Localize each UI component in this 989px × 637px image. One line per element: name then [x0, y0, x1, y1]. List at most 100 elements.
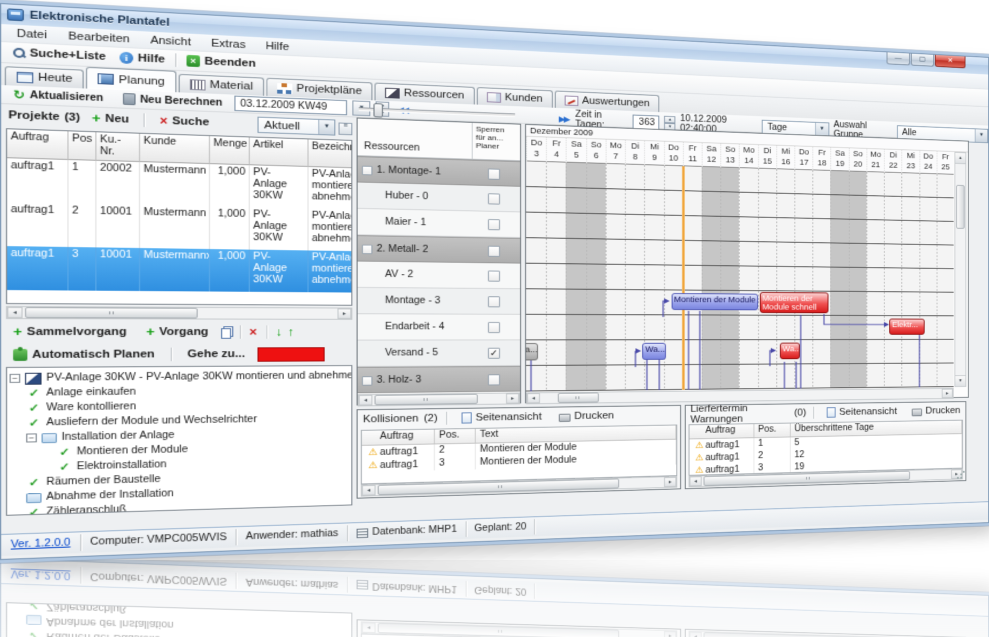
projects-hscrollbar[interactable]: ◂ ▸ [6, 306, 352, 320]
resource-row[interactable]: Endarbeit - 4 [358, 314, 520, 340]
resource-row[interactable]: 2. Metall- 2 [358, 235, 520, 263]
date-input[interactable]: 03.12.2009 KW49 [235, 96, 348, 116]
expander-icon[interactable]: − [10, 374, 21, 383]
suche-liste-button[interactable]: Suche+Liste [6, 44, 113, 65]
scroll-right-icon[interactable]: ▸ [337, 308, 351, 318]
zoom-slider[interactable] [359, 107, 515, 117]
sperren-checkbox[interactable] [488, 246, 500, 257]
column-header[interactable]: Kunde [140, 134, 210, 164]
gantt-bar[interactable]: Montieren der Module [671, 293, 757, 310]
menu-extras[interactable]: Extras [201, 35, 255, 53]
project-row[interactable]: auftrag1210001Mustermann1,000PV-Anlage 3… [7, 202, 352, 252]
resource-row[interactable]: Versand - 5✓ [358, 340, 520, 367]
column-header[interactable]: Ku.-Nr. [96, 132, 140, 162]
scroll-left-icon[interactable]: ◂ [362, 485, 376, 496]
sperren-checkbox[interactable] [488, 296, 500, 307]
gantt-bar[interactable]: Elektr... [889, 319, 924, 335]
resource-label: AV - 2 [385, 269, 413, 280]
scroll-right-icon[interactable]: ▸ [506, 393, 519, 403]
scroll-right-icon[interactable]: ▸ [664, 477, 676, 487]
gantt-bar[interactable]: Montieren der Module schnell [760, 292, 829, 313]
gantt-bar[interactable]: Wa... [642, 343, 665, 360]
column-header[interactable]: Pos [69, 131, 97, 160]
beenden-button[interactable]: × Beenden [180, 53, 263, 72]
minimize-button[interactable]: — [887, 52, 910, 65]
drucken-button[interactable]: Drucken [553, 408, 620, 423]
vorgang-button[interactable]: + Vorgang [139, 324, 215, 340]
resource-row[interactable]: Montage - 3 [358, 288, 520, 315]
resources-hscrollbar[interactable]: ◂ ▸ [358, 392, 520, 406]
sperren-checkbox[interactable] [488, 193, 500, 204]
chevron-down-icon[interactable]: ▼ [975, 129, 988, 142]
hilfe-button[interactable]: i Hilfe [113, 49, 172, 67]
menu-ansicht[interactable]: Ansicht [140, 32, 201, 51]
maximize-button[interactable]: ▢ [911, 54, 934, 67]
scroll-right-icon[interactable]: ▸ [942, 389, 953, 398]
gantt-bar[interactable]: Wa... [780, 343, 800, 360]
scrollbar-thumb[interactable] [558, 393, 599, 403]
neu-berechnen-button[interactable]: Neu Berechnen [116, 91, 229, 111]
sperren-checkbox[interactable] [488, 219, 500, 230]
column-header[interactable]: Bezeichnung [309, 139, 353, 169]
resource-row[interactable]: Maier - 1 [358, 209, 520, 238]
suche-button[interactable]: × Suche [153, 113, 216, 131]
drucken-button[interactable]: Drucken [907, 404, 966, 418]
chevron-down-icon[interactable]: ▼ [815, 122, 828, 135]
move-down-icon[interactable]: ↓ [276, 325, 283, 338]
gehe-zu-button[interactable]: Gehe zu... [181, 346, 252, 362]
aktualisieren-button[interactable]: ↻ Aktualisieren [6, 86, 110, 106]
sperren-checkbox[interactable] [488, 322, 500, 333]
resource-row[interactable]: AV - 2 [358, 262, 520, 290]
resource-label: 2. Metall- 2 [377, 244, 429, 255]
version-link[interactable]: Ver. 1.2.0.0 [11, 538, 71, 551]
gantt-vscrollbar[interactable]: ▴ ▾ [954, 152, 966, 387]
group-checkbox[interactable] [362, 245, 373, 255]
column-header[interactable]: Menge [210, 136, 250, 165]
column-header[interactable]: Auftrag [362, 430, 435, 445]
filter-combobox[interactable]: Aktuell ▼ [258, 117, 336, 136]
group-checkbox[interactable] [362, 166, 373, 176]
scroll-up-icon[interactable]: ▴ [955, 153, 965, 164]
resize-grip[interactable] [956, 471, 964, 480]
column-header[interactable]: Auftrag [690, 424, 755, 438]
sperren-checkbox[interactable] [488, 374, 500, 385]
scroll-fast-right-button[interactable]: ▶▶ [557, 114, 571, 125]
copy-icon[interactable] [221, 328, 231, 339]
gantt-bar[interactable]: a... [526, 343, 538, 360]
seitenansicht-button[interactable]: Seitenansicht [455, 409, 548, 425]
column-header[interactable]: Pos. [435, 429, 476, 444]
resource-row[interactable]: 3. Holz- 3 [358, 366, 520, 393]
scrollbar-thumb[interactable] [25, 307, 198, 318]
scrollbar-thumb[interactable] [956, 185, 964, 229]
expander-icon[interactable]: − [26, 433, 37, 442]
column-header[interactable]: Pos. [754, 423, 790, 437]
seitenansicht-button[interactable]: Seitenansicht [821, 405, 902, 420]
project-row[interactable]: auftrag1310001Mustermannx1,000PV-Anlage … [7, 246, 352, 293]
scroll-down-icon[interactable]: ▾ [955, 375, 965, 386]
window-reflection-wrapper: Elektronische Plantafel — ▢ ✕ Datei Bear… [0, 0, 989, 558]
menu-bearbeiten[interactable]: Bearbeiten [58, 27, 140, 47]
menu-datei[interactable]: Datei [6, 25, 58, 43]
column-header[interactable]: Auftrag [7, 129, 68, 160]
neu-button[interactable]: + Neu [85, 110, 136, 128]
options-button[interactable]: ≡ [339, 123, 353, 136]
sammelvorgang-button[interactable]: + Sammelvorgang [6, 324, 134, 340]
scroll-left-icon[interactable]: ◂ [359, 395, 373, 405]
sperren-checkbox[interactable] [488, 271, 500, 282]
zoom-slider-thumb[interactable] [373, 103, 382, 117]
sperren-checkbox[interactable]: ✓ [488, 348, 500, 359]
chevron-down-icon[interactable]: ▼ [318, 120, 334, 135]
scrollbar-thumb[interactable] [375, 394, 478, 405]
move-up-icon[interactable]: ↑ [288, 325, 294, 338]
column-header[interactable]: Artikel [250, 137, 309, 167]
scroll-left-icon[interactable]: ◂ [7, 307, 22, 318]
delete-icon[interactable]: × [249, 326, 257, 338]
menu-hilfe[interactable]: Hilfe [255, 38, 299, 55]
close-button[interactable]: ✕ [935, 55, 966, 68]
automatisch-planen-button[interactable]: Automatisch Planen [6, 347, 161, 363]
resource-row[interactable]: Huber - 0 [358, 182, 520, 212]
scroll-left-icon[interactable]: ◂ [690, 476, 702, 486]
scroll-left-icon[interactable]: ◂ [527, 393, 540, 403]
group-checkbox[interactable] [362, 376, 373, 385]
sperren-checkbox[interactable] [488, 168, 500, 179]
